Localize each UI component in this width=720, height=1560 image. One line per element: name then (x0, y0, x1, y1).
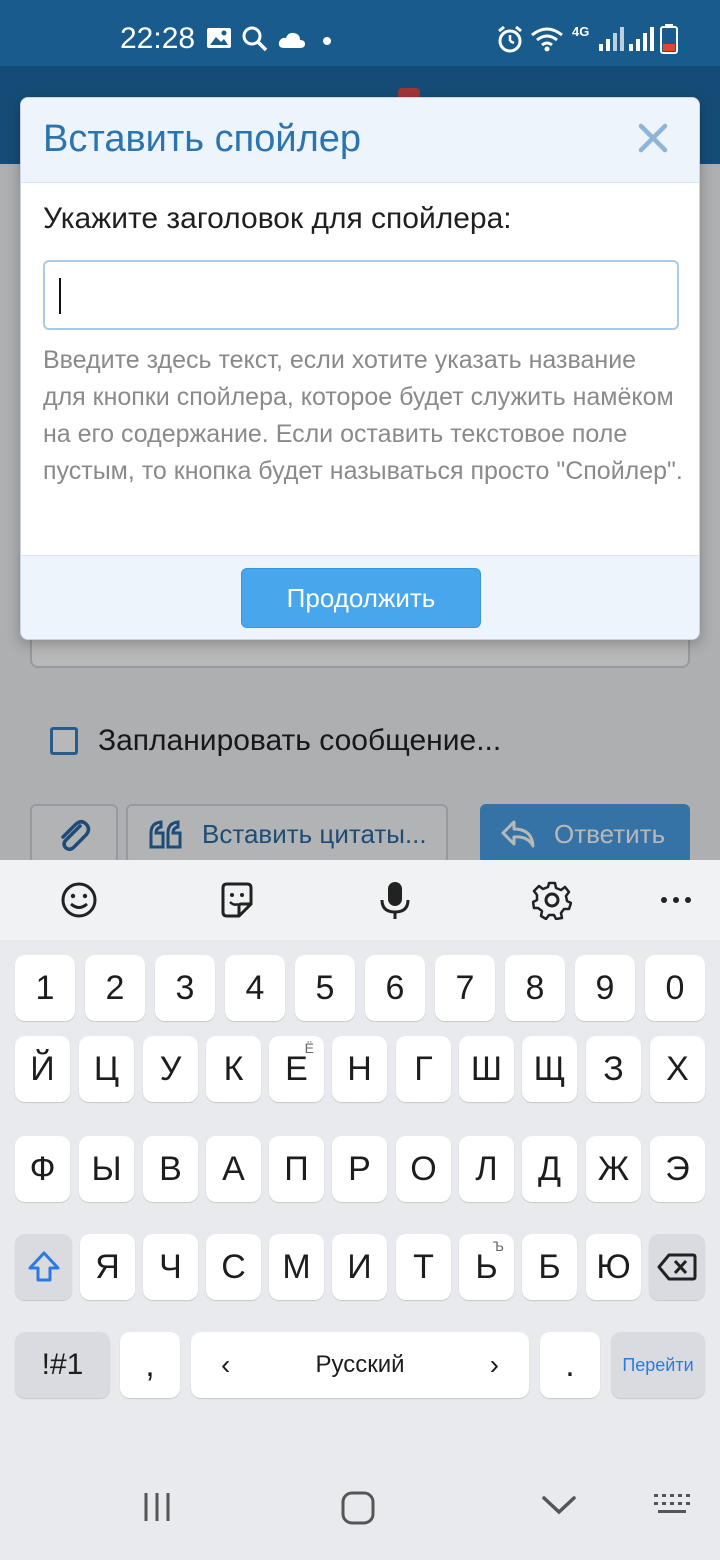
key-soft-sign-alt: Ъ (492, 1238, 504, 1254)
status-time: 22:28 (120, 22, 196, 55)
key-letter-e[interactable]: ЕЁ (269, 1036, 324, 1102)
settings-gear-icon[interactable] (532, 880, 572, 920)
key-letter[interactable]: В (143, 1136, 198, 1202)
recent-apps-icon[interactable] (140, 1490, 174, 1524)
key-letter[interactable]: Ш (459, 1036, 514, 1102)
more-options-icon[interactable] (656, 880, 696, 920)
signal-icon (599, 27, 624, 51)
cloud-icon (278, 32, 305, 48)
battery-icon (660, 24, 678, 54)
microphone-icon[interactable] (375, 880, 415, 920)
alarm-icon (498, 26, 522, 53)
text-caret (59, 278, 61, 314)
key-letter[interactable]: Ж (586, 1136, 641, 1202)
key-9[interactable]: 9 (575, 955, 635, 1021)
insert-spoiler-dialog: Вставить спойлер Укажите заголовок для с… (20, 97, 700, 640)
home-icon[interactable] (340, 1490, 376, 1526)
left-arrow-icon: ‹ (221, 1349, 231, 1380)
key-letter[interactable]: Н (332, 1036, 387, 1102)
key-2[interactable]: 2 (85, 955, 145, 1021)
key-letter[interactable]: Х (650, 1036, 705, 1102)
symbols-key[interactable]: !#1 (15, 1332, 110, 1398)
comma-key[interactable]: , (120, 1332, 180, 1398)
image-icon (207, 28, 231, 48)
system-navigation-bar (0, 1460, 720, 1560)
dot-icon (323, 37, 331, 45)
spoiler-title-label: Укажите заголовок для спойлера: (43, 202, 512, 235)
backspace-key[interactable] (649, 1234, 705, 1300)
wifi-icon (531, 27, 563, 52)
right-arrow-icon: › (489, 1349, 499, 1380)
close-icon[interactable] (635, 120, 671, 156)
keyboard-toolbar (0, 860, 720, 940)
dialog-footer: Продолжить (21, 555, 699, 639)
go-key[interactable]: Перейти (611, 1332, 705, 1398)
key-letter[interactable]: Ч (143, 1234, 198, 1300)
key-letter[interactable]: Б (522, 1234, 577, 1300)
signal-icon (629, 27, 654, 51)
key-letter[interactable]: Щ (522, 1036, 577, 1102)
keyboard-switch-icon[interactable] (652, 1490, 692, 1520)
key-letter-soft-sign[interactable]: ЬЪ (459, 1234, 514, 1300)
space-language-label: Русский (315, 1351, 405, 1378)
keyboard: 1 2 3 4 5 6 7 8 9 0 Й Ц У К ЕЁ Н Г Ш Щ З… (0, 860, 720, 1560)
key-letter[interactable]: Р (332, 1136, 387, 1202)
shift-icon (28, 1251, 59, 1282)
key-letter[interactable]: М (269, 1234, 324, 1300)
key-letter[interactable]: Э (650, 1136, 705, 1202)
key-5[interactable]: 5 (295, 955, 355, 1021)
spoiler-hint-text: Введите здесь текст, если хотите указать… (43, 346, 683, 485)
key-e-alt: Ё (304, 1040, 314, 1056)
key-letter[interactable]: У (143, 1036, 198, 1102)
key-letter[interactable]: П (269, 1136, 324, 1202)
key-7[interactable]: 7 (435, 955, 495, 1021)
key-letter[interactable]: Й (15, 1036, 70, 1102)
status-bar: 22:28 4G (0, 0, 720, 66)
continue-button[interactable]: Продолжить (241, 568, 481, 628)
key-letter[interactable]: Ю (586, 1234, 641, 1300)
period-key[interactable]: . (540, 1332, 600, 1398)
key-letter[interactable]: О (396, 1136, 451, 1202)
key-0[interactable]: 0 (645, 955, 705, 1021)
key-letter[interactable]: Ы (79, 1136, 134, 1202)
key-letter[interactable]: Я (80, 1234, 135, 1300)
dialog-title: Вставить спойлер (43, 118, 362, 160)
shift-key[interactable] (15, 1234, 72, 1300)
network-type: 4G (572, 24, 590, 39)
key-letter[interactable]: Ф (15, 1136, 70, 1202)
spoiler-title-input[interactable] (43, 260, 679, 330)
key-4[interactable]: 4 (225, 955, 285, 1021)
space-key[interactable]: ‹ Русский › (191, 1332, 529, 1398)
key-letter[interactable]: Л (459, 1136, 514, 1202)
sticker-icon[interactable] (217, 880, 257, 920)
key-letter[interactable]: З (586, 1036, 641, 1102)
hide-keyboard-icon[interactable] (540, 1490, 578, 1520)
key-letter[interactable]: Ц (79, 1036, 134, 1102)
dialog-header: Вставить спойлер (21, 98, 699, 183)
key-8[interactable]: 8 (505, 955, 565, 1021)
key-3[interactable]: 3 (155, 955, 215, 1021)
key-letter[interactable]: Г (396, 1036, 451, 1102)
search-icon (242, 26, 268, 52)
emoji-icon[interactable] (59, 880, 99, 920)
key-letter[interactable]: А (206, 1136, 261, 1202)
key-1[interactable]: 1 (15, 955, 75, 1021)
backspace-icon (657, 1253, 697, 1281)
key-letter[interactable]: С (206, 1234, 261, 1300)
key-letter[interactable]: Т (396, 1234, 451, 1300)
key-6[interactable]: 6 (365, 955, 425, 1021)
key-letter[interactable]: Д (522, 1136, 577, 1202)
key-letter[interactable]: К (206, 1036, 261, 1102)
key-letter[interactable]: И (332, 1234, 387, 1300)
